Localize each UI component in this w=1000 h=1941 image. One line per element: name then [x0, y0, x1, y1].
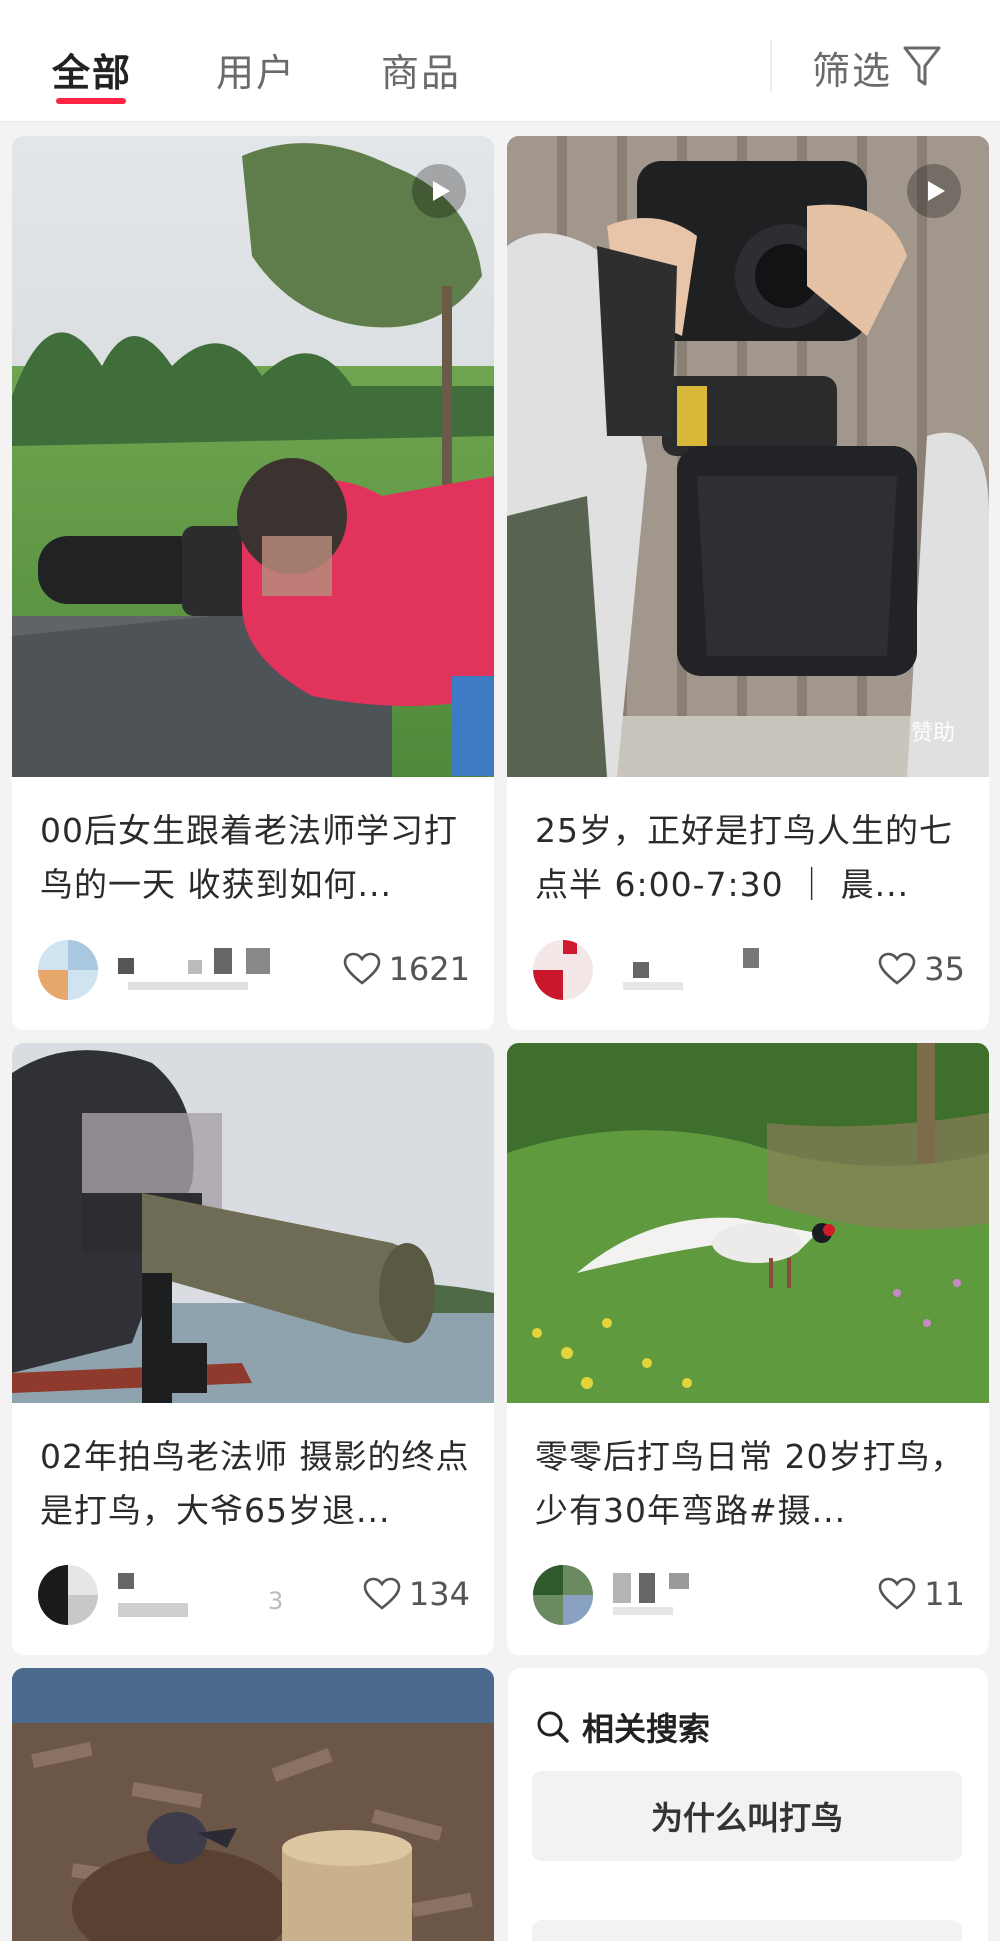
related-search-panel: 相关搜索 为什么叫打鸟	[508, 1668, 988, 1941]
card-thumbnail	[12, 1668, 494, 1941]
active-tab-indicator	[56, 98, 126, 104]
like-count: 35	[924, 950, 965, 988]
card-meta: 35	[533, 936, 965, 1000]
card-title: 02年拍鸟老法师 摄影的终点是打鸟，大爷65岁退...	[40, 1437, 470, 1530]
card-title: 00后女生跟着老法师学习打鸟的一天 收获到如何...	[40, 811, 458, 904]
tab-divider	[770, 40, 772, 92]
sponsor-label: 赞助	[910, 721, 955, 746]
blurred-username	[118, 948, 270, 992]
card-title: 25岁，正好是打鸟人生的七点半 6:00-7:30 ｜ 晨...	[535, 811, 953, 904]
video-play-icon	[412, 164, 466, 218]
blurred-username	[613, 948, 773, 992]
card-thumbnail	[12, 136, 494, 777]
card-title: 零零后打鸟日常 20岁打鸟，少有30年弯路#摄...	[535, 1437, 965, 1530]
blurred-username	[613, 1573, 753, 1617]
related-search-chip-next[interactable]	[532, 1920, 962, 1941]
related-search-title: 相关搜索	[582, 1710, 711, 1748]
related-search-chip[interactable]: 为什么叫打鸟	[532, 1771, 962, 1861]
like-count: 11	[924, 1575, 965, 1613]
note-card[interactable]	[12, 1668, 494, 1941]
blurred-username	[118, 1573, 288, 1617]
card-thumbnail	[12, 1043, 494, 1403]
top-tab-bar: 全部 用户 商品 筛选	[0, 0, 1000, 122]
heart-icon	[343, 952, 380, 985]
heart-icon	[878, 952, 916, 985]
filter-button[interactable]: 筛选	[812, 42, 942, 93]
like-button[interactable]: 11	[878, 1575, 965, 1613]
tab-all[interactable]: 全部	[52, 42, 132, 97]
avatar[interactable]	[38, 1565, 98, 1625]
tab-goods[interactable]: 商品	[381, 42, 461, 97]
tab-users[interactable]: 用户	[216, 42, 296, 97]
video-play-icon	[907, 164, 961, 218]
like-button[interactable]: 134	[363, 1575, 470, 1613]
filter-label: 筛选	[812, 48, 893, 93]
like-button[interactable]: 1621	[343, 950, 470, 988]
note-card[interactable]: 赞助 25岁，正好是打鸟人生的七点半 6:00-7:30 ｜ 晨... 35	[507, 136, 989, 1030]
card-meta: 11	[533, 1561, 965, 1625]
note-card[interactable]: 02年拍鸟老法师 摄影的终点是打鸟，大爷65岁退... 3 134	[12, 1043, 494, 1655]
card-meta: 3 134	[38, 1561, 470, 1625]
like-count: 134	[408, 1575, 470, 1613]
card-thumbnail: 赞助	[507, 136, 989, 777]
heart-icon	[878, 1577, 916, 1610]
card-meta: 1621	[38, 936, 470, 1000]
avatar[interactable]	[533, 940, 593, 1000]
search-icon	[537, 1711, 569, 1743]
like-button[interactable]: 35	[878, 950, 965, 988]
related-search-heading: 相关搜索	[536, 1704, 710, 1750]
note-card[interactable]: 零零后打鸟日常 20岁打鸟，少有30年弯路#摄... 11	[507, 1043, 989, 1655]
funnel-icon	[903, 46, 941, 86]
heart-icon	[363, 1577, 401, 1610]
like-count: 1621	[388, 950, 470, 988]
avatar[interactable]	[38, 940, 98, 1000]
post-date: 3	[268, 1587, 284, 1615]
avatar[interactable]	[533, 1565, 593, 1625]
card-thumbnail	[507, 1043, 989, 1403]
note-card[interactable]: 00后女生跟着老法师学习打鸟的一天 收获到如何... 1621	[12, 136, 494, 1030]
